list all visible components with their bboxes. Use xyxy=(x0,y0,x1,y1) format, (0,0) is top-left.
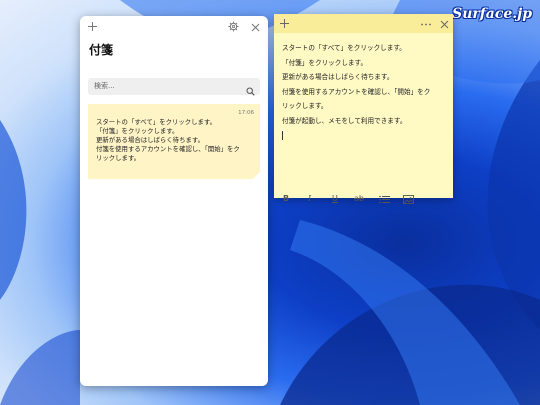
close-icon[interactable] xyxy=(440,19,449,32)
image-icon[interactable] xyxy=(403,195,414,207)
search-input[interactable]: 検索... xyxy=(88,78,260,96)
gear-icon[interactable] xyxy=(228,21,239,35)
note-line: 付箋を使用するアカウントを確認し、「開始」をク xyxy=(282,87,431,96)
format-toolbar: B I U ab xyxy=(274,190,453,210)
strikethrough-button[interactable]: ab xyxy=(354,194,364,204)
note-preview-line: スタートの「すべて」をクリックします。 xyxy=(96,118,217,126)
text-caret xyxy=(282,131,283,140)
note-preview-line: 付箋を使用するアカウントを確認し、「開始」をク xyxy=(96,145,240,153)
list-title: 付箋 xyxy=(89,43,114,57)
more-icon[interactable] xyxy=(420,19,432,32)
note-fold-corner xyxy=(253,172,260,179)
note-preview: スタートの「すべて」をクリックします。 「付箋」をクリックします。 更新がある場… xyxy=(96,118,254,163)
bold-button[interactable]: B xyxy=(283,194,289,204)
watermark-logo: Surface.jp xyxy=(452,6,532,22)
search-icon[interactable] xyxy=(246,81,255,100)
note-preview-line: リックします。 xyxy=(96,154,141,162)
note-line: リックします。 xyxy=(282,102,328,110)
plus-icon[interactable] xyxy=(279,18,290,32)
note-preview-line: 更新がある場合はしばらく待ちます。 xyxy=(96,136,204,144)
notes-list-window: 付箋 検索... 17:06 スタートの「すべて」をクリックします。 「付箋」を… xyxy=(80,16,268,386)
list-titlebar[interactable] xyxy=(80,16,268,40)
note-card[interactable]: 17:06 スタートの「すべて」をクリックします。 「付箋」をクリックします。 … xyxy=(88,104,260,179)
search-placeholder: 検索... xyxy=(94,82,115,90)
plus-icon[interactable] xyxy=(87,21,98,35)
note-line: 「付箋」をクリックします。 xyxy=(282,58,368,67)
sticky-note-window: スタートの「すべて」をクリックします。 「付箋」をクリックします。 更新がある場… xyxy=(274,14,453,204)
note-line: スタートの「すべて」をクリックします。 xyxy=(282,44,406,52)
sticky-titlebar[interactable] xyxy=(274,14,453,33)
note-line: 付箋が起動し、メモをして利用できます。 xyxy=(282,116,407,125)
note-preview-line: 「付箋」をクリックします。 xyxy=(96,127,179,135)
bullet-list-icon[interactable] xyxy=(379,195,390,207)
close-icon[interactable] xyxy=(251,22,260,35)
note-line: 更新がある場合はしばらく待ちます。 xyxy=(282,73,394,81)
note-timestamp: 17:06 xyxy=(238,110,254,116)
note-editor[interactable]: スタートの「すべて」をクリックします。 「付箋」をクリックします。 更新がある場… xyxy=(282,41,447,140)
italic-button[interactable]: I xyxy=(308,194,311,204)
underline-button[interactable]: U xyxy=(332,194,338,204)
